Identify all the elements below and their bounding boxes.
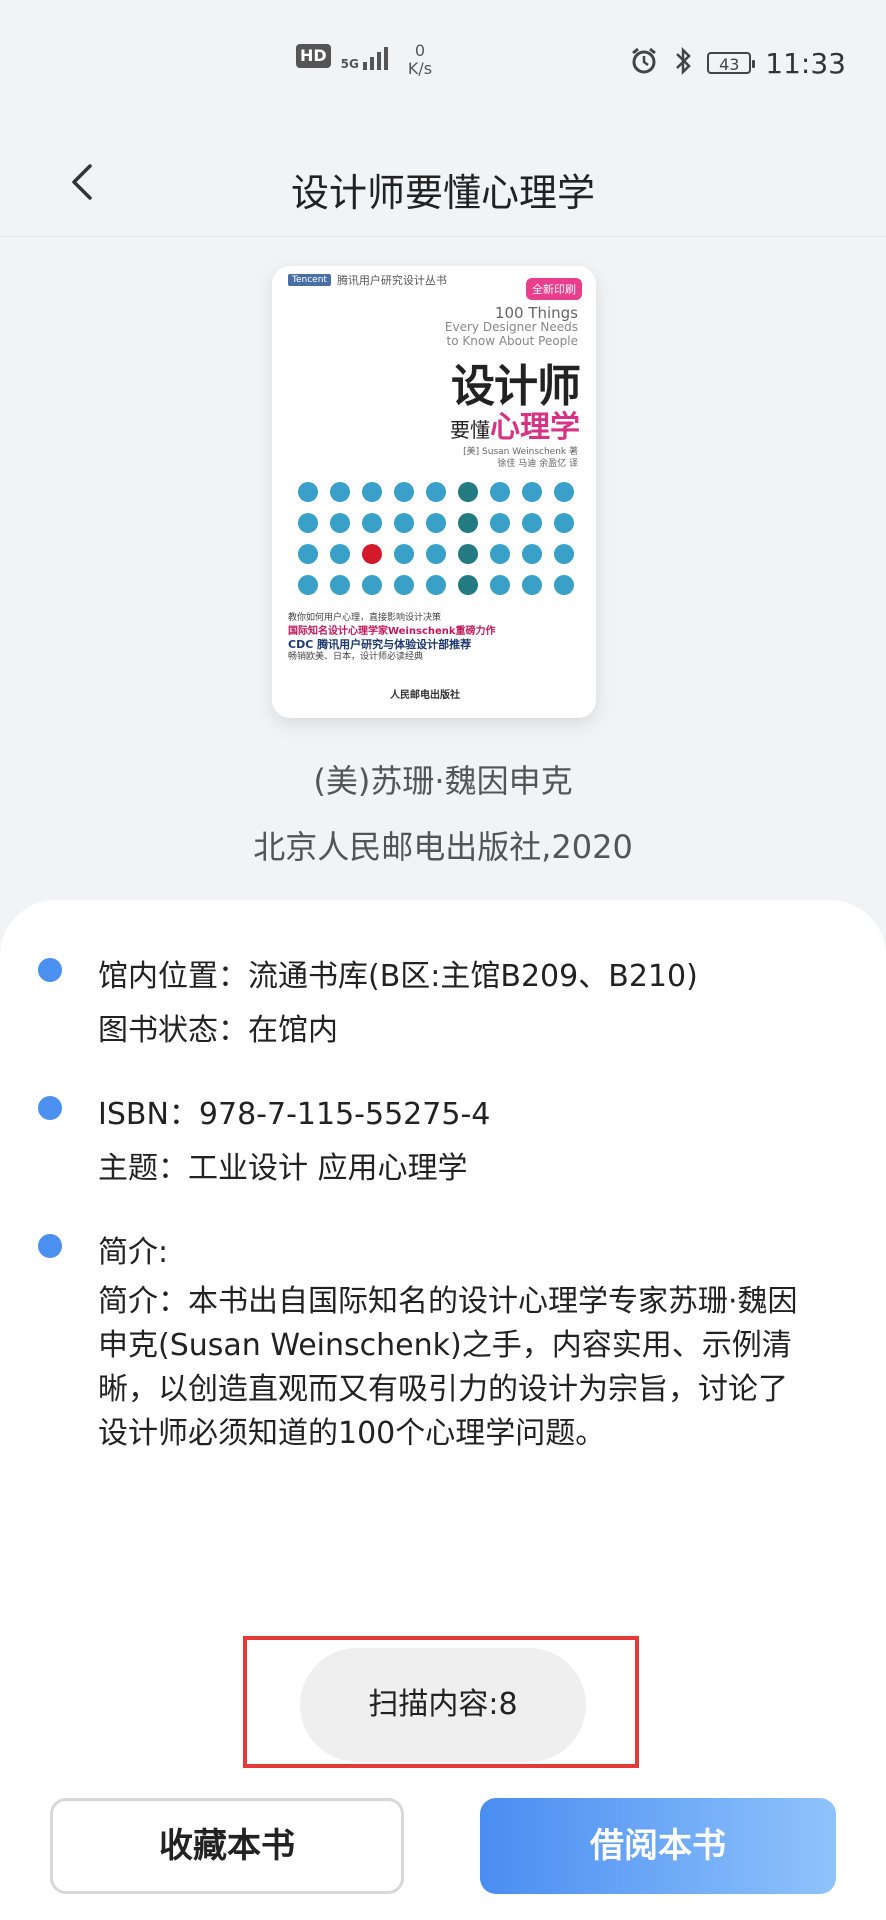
cover-dot	[426, 575, 446, 595]
bullet-dot	[38, 1234, 62, 1258]
cover-dot	[426, 482, 446, 502]
intro-block: 简介: 简介：本书出自国际知名的设计心理学专家苏珊·魏因申克(Susan Wei…	[38, 1226, 858, 1456]
status-bar: HD 5G 0 K/s 43 11:33	[0, 0, 886, 130]
location-row: 馆内位置：流通书库(B区:主馆B209、B210)	[98, 950, 858, 1004]
cover-dot	[394, 544, 414, 564]
cover-dot	[362, 544, 382, 564]
cover-series-tag: Tencent	[288, 274, 331, 286]
isbn-value: 978-7-115-55275-4	[198, 1097, 491, 1132]
book-author: (美)苏珊·魏因申克	[313, 762, 573, 800]
nav-bar: 设计师要懂心理学	[0, 130, 886, 237]
scan-content-button[interactable]: 扫描内容:8	[300, 1648, 586, 1762]
status-value: 在馆内	[248, 1013, 338, 1048]
cover-badge: 全新印刷	[526, 278, 582, 300]
cover-dot	[490, 575, 510, 595]
cover-blurb-1: 教你如何用户心理，直接影响设计决策	[288, 613, 442, 623]
cover-translator-line: 徐佳 马迪 余盈亿 译	[497, 459, 578, 469]
cover-series: Tencent 腾讯用户研究设计丛书	[288, 272, 447, 288]
borrow-button[interactable]: 借阅本书	[480, 1798, 836, 1894]
cover-en-line-1: 100 Things	[494, 304, 578, 322]
cover-dot	[426, 544, 446, 564]
status-right: 43 11:33	[629, 46, 846, 80]
intro-label: 简介:	[98, 1235, 169, 1270]
cover-blurb-3: CDC 腾讯用户研究与体验设计部推荐	[288, 638, 472, 651]
cover-blurb-2: 国际知名设计心理学家Weinschenk重磅力作	[288, 626, 496, 637]
cover-dot	[362, 482, 382, 502]
subject-row: 主题：工业设计 应用心理学	[98, 1142, 858, 1196]
cover-dot	[458, 482, 478, 502]
cover-sub-prefix: 要懂	[450, 418, 490, 442]
cover-dot	[330, 544, 350, 564]
cover-dot	[362, 575, 382, 595]
favorite-button[interactable]: 收藏本书	[50, 1798, 404, 1894]
isbn-label: ISBN：	[98, 1097, 199, 1132]
cover-dot	[490, 544, 510, 564]
cover-dot	[298, 544, 318, 564]
cover-dot	[298, 482, 318, 502]
alarm-icon	[629, 46, 659, 80]
cover-dot	[490, 482, 510, 502]
cover-dot	[458, 544, 478, 564]
book-cover: Tencent 腾讯用户研究设计丛书 全新印刷 100 Things Every…	[272, 266, 596, 718]
cover-dot	[458, 513, 478, 533]
signal-bars	[362, 44, 388, 70]
network-label: 5G	[340, 57, 359, 71]
cover-blurb: 教你如何用户心理，直接影响设计决策 国际知名设计心理学家Weinschenk重磅…	[288, 612, 588, 664]
book-publisher: 北京人民邮电出版社,2020	[253, 828, 633, 866]
status-row: 图书状态：在馆内	[98, 1004, 858, 1058]
cover-dot	[522, 482, 542, 502]
status-label: 图书状态：	[98, 1013, 248, 1048]
isbn-block: ISBN：978-7-115-55275-4 主题：工业设计 应用心理学	[38, 1088, 858, 1196]
hd-icon: HD	[296, 44, 331, 68]
cover-dot	[554, 513, 574, 533]
cover-author: [美] Susan Weinschenk 著 徐佳 马迪 余盈亿 译	[463, 446, 578, 470]
cover-dot	[330, 482, 350, 502]
clock: 11:33	[765, 46, 846, 80]
cover-author-line: [美] Susan Weinschenk 著	[463, 447, 578, 457]
status-left: HD 5G 0 K/s	[296, 42, 432, 78]
speed-unit: K/s	[407, 59, 433, 78]
bullet-dot	[38, 1096, 62, 1120]
cover-series-name: 腾讯用户研究设计丛书	[336, 274, 447, 287]
cover-subtitle: 要懂心理学	[450, 402, 580, 446]
speed-value: 0	[414, 41, 426, 60]
cover-dot	[298, 575, 318, 595]
bullet-dot	[38, 958, 62, 982]
isbn-row: ISBN：978-7-115-55275-4	[98, 1088, 858, 1142]
cover-en-line-3: to Know About People	[446, 334, 578, 348]
cover-publisher: 人民邮电出版社	[390, 690, 460, 701]
cover-blurb-4: 畅销欧美、日本，设计师必读经典	[288, 652, 424, 662]
bluetooth-icon	[673, 46, 693, 80]
cover-dot	[522, 575, 542, 595]
cover-dot	[394, 482, 414, 502]
cover-dot	[554, 544, 574, 564]
cover-english-title: 100 Things Every Designer Needs to Know …	[438, 304, 578, 349]
cover-dot	[522, 544, 542, 564]
signal-icon: 5G	[341, 44, 388, 70]
location-value: 流通书库(B区:主馆B209、B210)	[248, 959, 698, 994]
cover-dot	[394, 575, 414, 595]
battery-icon: 43	[707, 52, 756, 74]
cover-dot	[490, 513, 510, 533]
cover-sub-highlight: 心理学	[490, 410, 580, 445]
cover-dot	[298, 513, 318, 533]
location-block: 馆内位置：流通书库(B区:主馆B209、B210) 图书状态：在馆内	[38, 950, 858, 1058]
subject-value: 工业设计 应用心理学	[188, 1151, 468, 1186]
cover-dot	[522, 513, 542, 533]
cover-dot	[330, 575, 350, 595]
intro-text: 简介：本书出自国际知名的设计心理学专家苏珊·魏因申克(Susan Weinsch…	[98, 1284, 798, 1451]
cover-dot	[458, 575, 478, 595]
network-speed: 0 K/s	[408, 42, 432, 78]
cover-dot	[426, 513, 446, 533]
cover-en-line-2: Every Designer Needs	[444, 320, 578, 334]
cover-dot	[330, 513, 350, 533]
cover-dot	[394, 513, 414, 533]
cover-dot-pattern	[298, 482, 574, 595]
location-label: 馆内位置：	[98, 959, 248, 994]
cover-dot	[554, 482, 574, 502]
subject-label: 主题：	[98, 1151, 188, 1186]
cover-dot	[554, 575, 574, 595]
page-title: 设计师要懂心理学	[290, 171, 595, 215]
cover-dot	[362, 513, 382, 533]
